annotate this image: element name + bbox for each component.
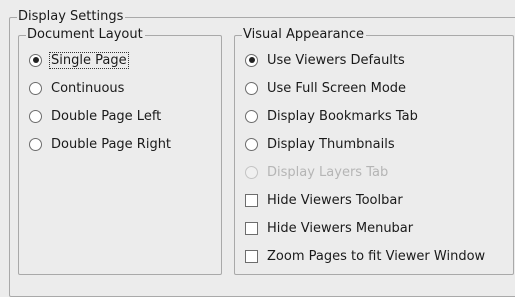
double-page-right-radio[interactable]: Double Page Right (29, 134, 173, 154)
display-thumbnails-radio[interactable]: Display Thumbnails (245, 134, 397, 154)
zoom-pages-to-fit-checkbox[interactable]: Zoom Pages to fit Viewer Window (245, 246, 487, 266)
document-layout-title: Document Layout (26, 27, 145, 42)
radio-indicator[interactable] (29, 53, 42, 67)
radio-indicator[interactable] (29, 81, 42, 95)
display-bookmarks-tab-label: Display Bookmarks Tab (267, 108, 418, 124)
hide-viewers-menubar-checkbox[interactable]: Hide Viewers Menubar (245, 218, 415, 238)
radio-indicator[interactable] (29, 109, 42, 123)
checkbox-indicator[interactable] (245, 221, 258, 235)
display-bookmarks-tab-radio[interactable]: Display Bookmarks Tab (245, 106, 420, 126)
double-page-left-radio[interactable]: Double Page Left (29, 106, 163, 126)
radio-indicator[interactable] (245, 53, 258, 67)
visual-appearance-title: Visual Appearance (242, 27, 366, 42)
checkbox-indicator[interactable] (245, 193, 258, 207)
single-page-radio[interactable]: Single Page (29, 50, 129, 70)
zoom-pages-to-fit-label: Zoom Pages to fit Viewer Window (267, 248, 486, 264)
radio-indicator (245, 165, 258, 179)
hide-viewers-toolbar-checkbox[interactable]: Hide Viewers Toolbar (245, 190, 405, 210)
continuous-label: Continuous (51, 80, 125, 96)
hide-viewers-toolbar-label: Hide Viewers Toolbar (267, 192, 403, 208)
radio-indicator[interactable] (245, 109, 258, 123)
checkbox-indicator[interactable] (245, 249, 258, 263)
use-full-screen-mode-radio[interactable]: Use Full Screen Mode (245, 78, 408, 98)
hide-viewers-menubar-label: Hide Viewers Menubar (267, 220, 414, 236)
continuous-radio[interactable]: Continuous (29, 78, 126, 98)
double-page-right-label: Double Page Right (51, 136, 172, 152)
radio-indicator[interactable] (245, 81, 258, 95)
use-viewers-defaults-radio[interactable]: Use Viewers Defaults (245, 50, 407, 70)
display-thumbnails-label: Display Thumbnails (267, 136, 395, 152)
display-settings-title: Display Settings (17, 9, 126, 24)
display-layers-tab-label: Display Layers Tab (267, 164, 389, 180)
use-viewers-defaults-label: Use Viewers Defaults (267, 52, 405, 68)
use-full-screen-mode-label: Use Full Screen Mode (267, 80, 407, 96)
radio-indicator[interactable] (245, 137, 258, 151)
document-layout-group: Document Layout Single Page Continuous D… (18, 27, 222, 275)
double-page-left-label: Double Page Left (51, 108, 162, 124)
single-page-label: Single Page (49, 51, 129, 69)
display-layers-tab-radio: Display Layers Tab (245, 162, 390, 182)
visual-appearance-group: Visual Appearance Use Viewers Defaults U… (234, 27, 514, 275)
radio-indicator[interactable] (29, 137, 42, 151)
